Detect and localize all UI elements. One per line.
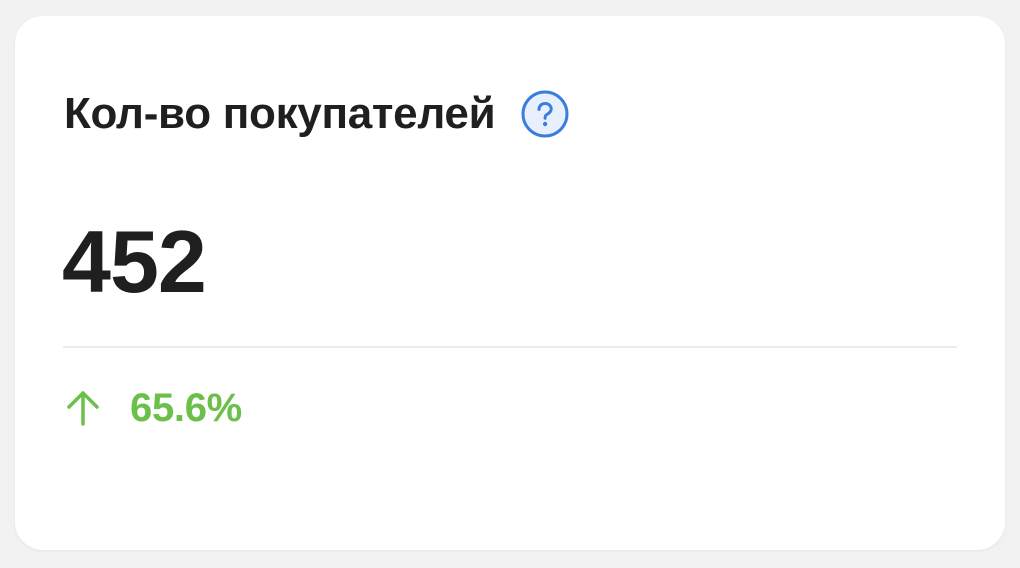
metric-card: Кол-во покупателей 452 65.6% bbox=[15, 16, 1005, 550]
trend: 65.6% bbox=[64, 384, 242, 432]
question-circle-icon[interactable] bbox=[519, 88, 571, 140]
card-title: Кол-во покупателей bbox=[64, 89, 496, 138]
card-header: Кол-во покупателей bbox=[64, 86, 571, 142]
arrow-up-icon bbox=[64, 388, 102, 428]
metric-value: 452 bbox=[62, 212, 207, 311]
trend-value: 65.6% bbox=[130, 385, 242, 430]
divider bbox=[63, 346, 957, 348]
